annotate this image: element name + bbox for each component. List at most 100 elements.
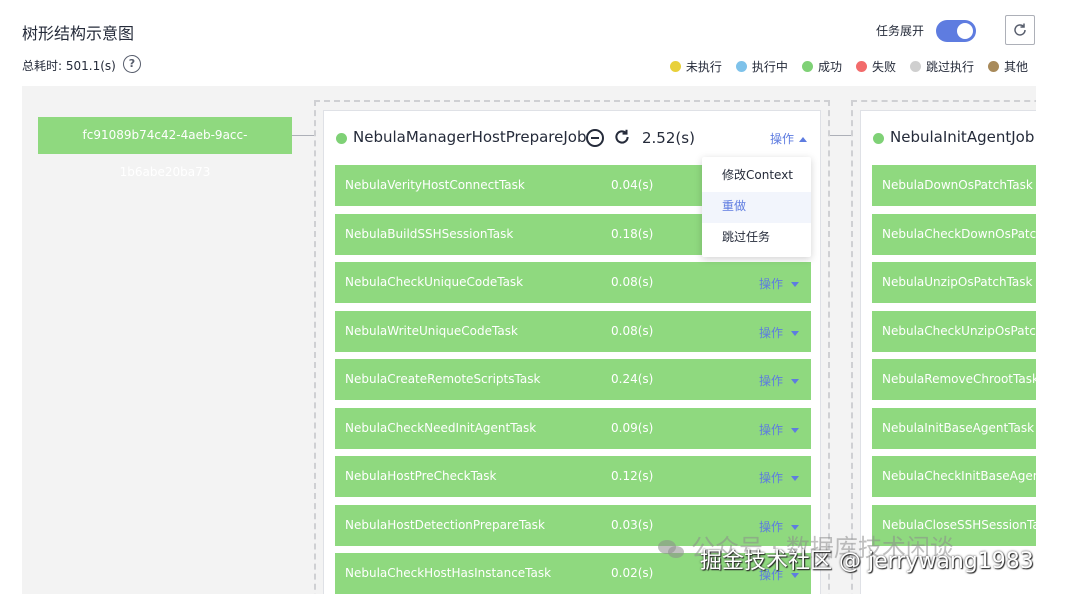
help-icon[interactable]: ? [123, 55, 141, 73]
task-name: NebulaWriteUniqueCodeTask [345, 323, 518, 338]
job-header: NebulaManagerHostPrepareJob 2.52(s) 操作 [324, 111, 820, 163]
task-name: NebulaCreateRemoteScriptsTask [345, 372, 541, 386]
task-name: NebulaVerityHostConnectTask [345, 178, 525, 192]
task-name: NebulaCheckUnzipOsPatchTask [882, 323, 1036, 338]
task-row[interactable]: NebulaWriteUniqueCodeTask 0.08(s) 操作 [335, 310, 811, 352]
task-name: NebulaDownOsPatchTask [882, 178, 1033, 192]
job-header: NebulaInitAgentJob [861, 111, 1036, 163]
task-operation-label: 操作 [759, 374, 784, 388]
tree-canvas[interactable]: fc91089b74c42-4aeb-9acc-1b6abe20ba73 Neb… [22, 86, 1036, 594]
task-name: NebulaCheckHostHasInstanceTask [345, 566, 552, 580]
task-duration: 0.08(s) [611, 275, 654, 289]
task-duration: 0.18(s) [611, 226, 654, 241]
legend-label: 未执行 [685, 60, 722, 74]
page-header: 树形结构示意图 总耗时: 501.1(s) ? 任务展开 未执行 执行中 成功 失败 跳… [0, 0, 1080, 86]
task-row[interactable]: NebulaHostPreCheckTask 0.12(s) 操作 [335, 456, 811, 497]
redo-icon[interactable] [613, 128, 631, 146]
task-expand-toggle[interactable] [936, 20, 976, 42]
chevron-down-icon [791, 476, 800, 481]
legend-item: 失败 [855, 58, 896, 75]
task-operation-label: 操作 [759, 422, 784, 437]
job-card-2: NebulaInitAgentJob NebulaDownOsPatchTask… [860, 110, 1036, 594]
root-node[interactable]: fc91089b74c42-4aeb-9acc-1b6abe20ba73 [38, 117, 292, 179]
legend-item: 跳过执行 [909, 58, 974, 75]
task-name: NebulaHostPreCheckTask [345, 469, 497, 483]
task-name: NebulaCheckUniqueCodeTask [345, 275, 524, 289]
task-name: NebulaBuildSSHSessionTask [345, 226, 514, 241]
status-legend: 未执行 执行中 成功 失败 跳过执行 其他 [669, 58, 1028, 75]
task-operation-button[interactable]: 操作 [759, 275, 800, 292]
task-operation-button[interactable]: 操作 [759, 421, 800, 438]
legend-dot [801, 61, 813, 72]
operation-dropdown-menu: 修改Context 重做 跳过任务 [702, 157, 811, 257]
task-operation-label: 操作 [759, 325, 784, 340]
legend-dot [669, 61, 681, 72]
task-duration: 0.08(s) [611, 323, 654, 338]
legend-label: 失败 [871, 60, 896, 74]
legend-item: 未执行 [669, 58, 722, 75]
task-name: NebulaCheckDownOsPatchTask [882, 226, 1036, 241]
dropdown-item[interactable]: 跳过任务 [702, 223, 811, 254]
legend-item: 其他 [987, 58, 1028, 75]
task-duration: 0.02(s) [611, 566, 654, 580]
chevron-down-icon [791, 330, 800, 336]
total-time: 总耗时: 501.1(s) [22, 59, 116, 73]
job-connector [830, 135, 852, 136]
task-row[interactable]: NebulaCreateRemoteScriptsTask 0.24(s) 操作 [335, 359, 811, 400]
dropdown-item[interactable]: 修改Context [702, 161, 811, 192]
collapse-icon[interactable] [586, 129, 604, 147]
job-name: NebulaManagerHostPrepareJob [353, 128, 587, 146]
task-name: NebulaRemoveChrootTask [882, 372, 1036, 386]
legend-item: 执行中 [735, 58, 788, 75]
task-operation-label: 操作 [759, 471, 784, 485]
job-operation-label: 操作 [770, 132, 795, 146]
task-duration: 0.04(s) [611, 178, 654, 192]
legend-label: 跳过执行 [925, 60, 974, 74]
task-row[interactable]: NebulaDownOsPatchTask [872, 165, 1036, 206]
job-status-dot [336, 133, 347, 144]
legend-dot [735, 61, 747, 72]
job-duration: 2.52(s) [642, 129, 695, 147]
task-expand-label: 任务展开 [876, 24, 925, 38]
task-duration: 0.12(s) [611, 469, 654, 483]
task-row[interactable]: NebulaUnzipOsPatchTask [872, 262, 1036, 303]
task-row[interactable]: NebulaCheckUniqueCodeTask 0.08(s) 操作 [335, 262, 811, 303]
legend-dot [909, 61, 921, 72]
task-operation-button[interactable]: 操作 [759, 372, 800, 389]
task-name: NebulaCheckNeedInitAgentTask [345, 420, 537, 435]
task-row[interactable]: NebulaCheckNeedInitAgentTask 0.09(s) 操作 [335, 407, 811, 449]
chevron-down-icon [791, 379, 800, 384]
legend-item: 成功 [801, 58, 842, 75]
chevron-down-icon [791, 282, 800, 287]
task-duration: 0.09(s) [611, 420, 654, 435]
task-name: NebulaCheckInitBaseAgentTask [882, 469, 1036, 483]
task-name: NebulaHostDetectionPrepareTask [345, 517, 545, 532]
dropdown-item[interactable]: 重做 [702, 192, 811, 223]
job-name: NebulaInitAgentJob [890, 128, 1035, 146]
task-row[interactable]: NebulaRemoveChrootTask [872, 359, 1036, 400]
page-title: 树形结构示意图 [22, 24, 135, 43]
refresh-button[interactable] [1005, 15, 1035, 45]
chevron-up-icon [799, 137, 808, 142]
root-connector [292, 135, 316, 136]
chevron-down-icon [791, 427, 800, 433]
task-duration: 0.24(s) [611, 372, 654, 386]
task-operation-button[interactable]: 操作 [759, 324, 800, 341]
task-operation-label: 操作 [759, 277, 784, 291]
legend-label: 成功 [817, 60, 842, 74]
legend-dot [855, 61, 867, 72]
task-row[interactable]: NebulaCheckInitBaseAgentTask [872, 456, 1036, 497]
task-row[interactable]: NebulaCheckUnzipOsPatchTask [872, 310, 1036, 352]
task-row[interactable]: NebulaInitBaseAgentTask [872, 407, 1036, 449]
legend-label: 其他 [1003, 60, 1028, 74]
task-row[interactable]: NebulaCheckDownOsPatchTask [872, 213, 1036, 255]
task-operation-button[interactable]: 操作 [759, 469, 800, 486]
wechat-icon [658, 540, 684, 558]
legend-dot [987, 61, 999, 72]
job-operation-button[interactable]: 操作 [770, 130, 808, 147]
task-name: NebulaInitBaseAgentTask [882, 420, 1035, 435]
legend-label: 执行中 [751, 60, 788, 74]
task-duration: 0.03(s) [611, 517, 654, 532]
job-status-dot [873, 133, 884, 144]
task-name: NebulaUnzipOsPatchTask [882, 275, 1033, 289]
